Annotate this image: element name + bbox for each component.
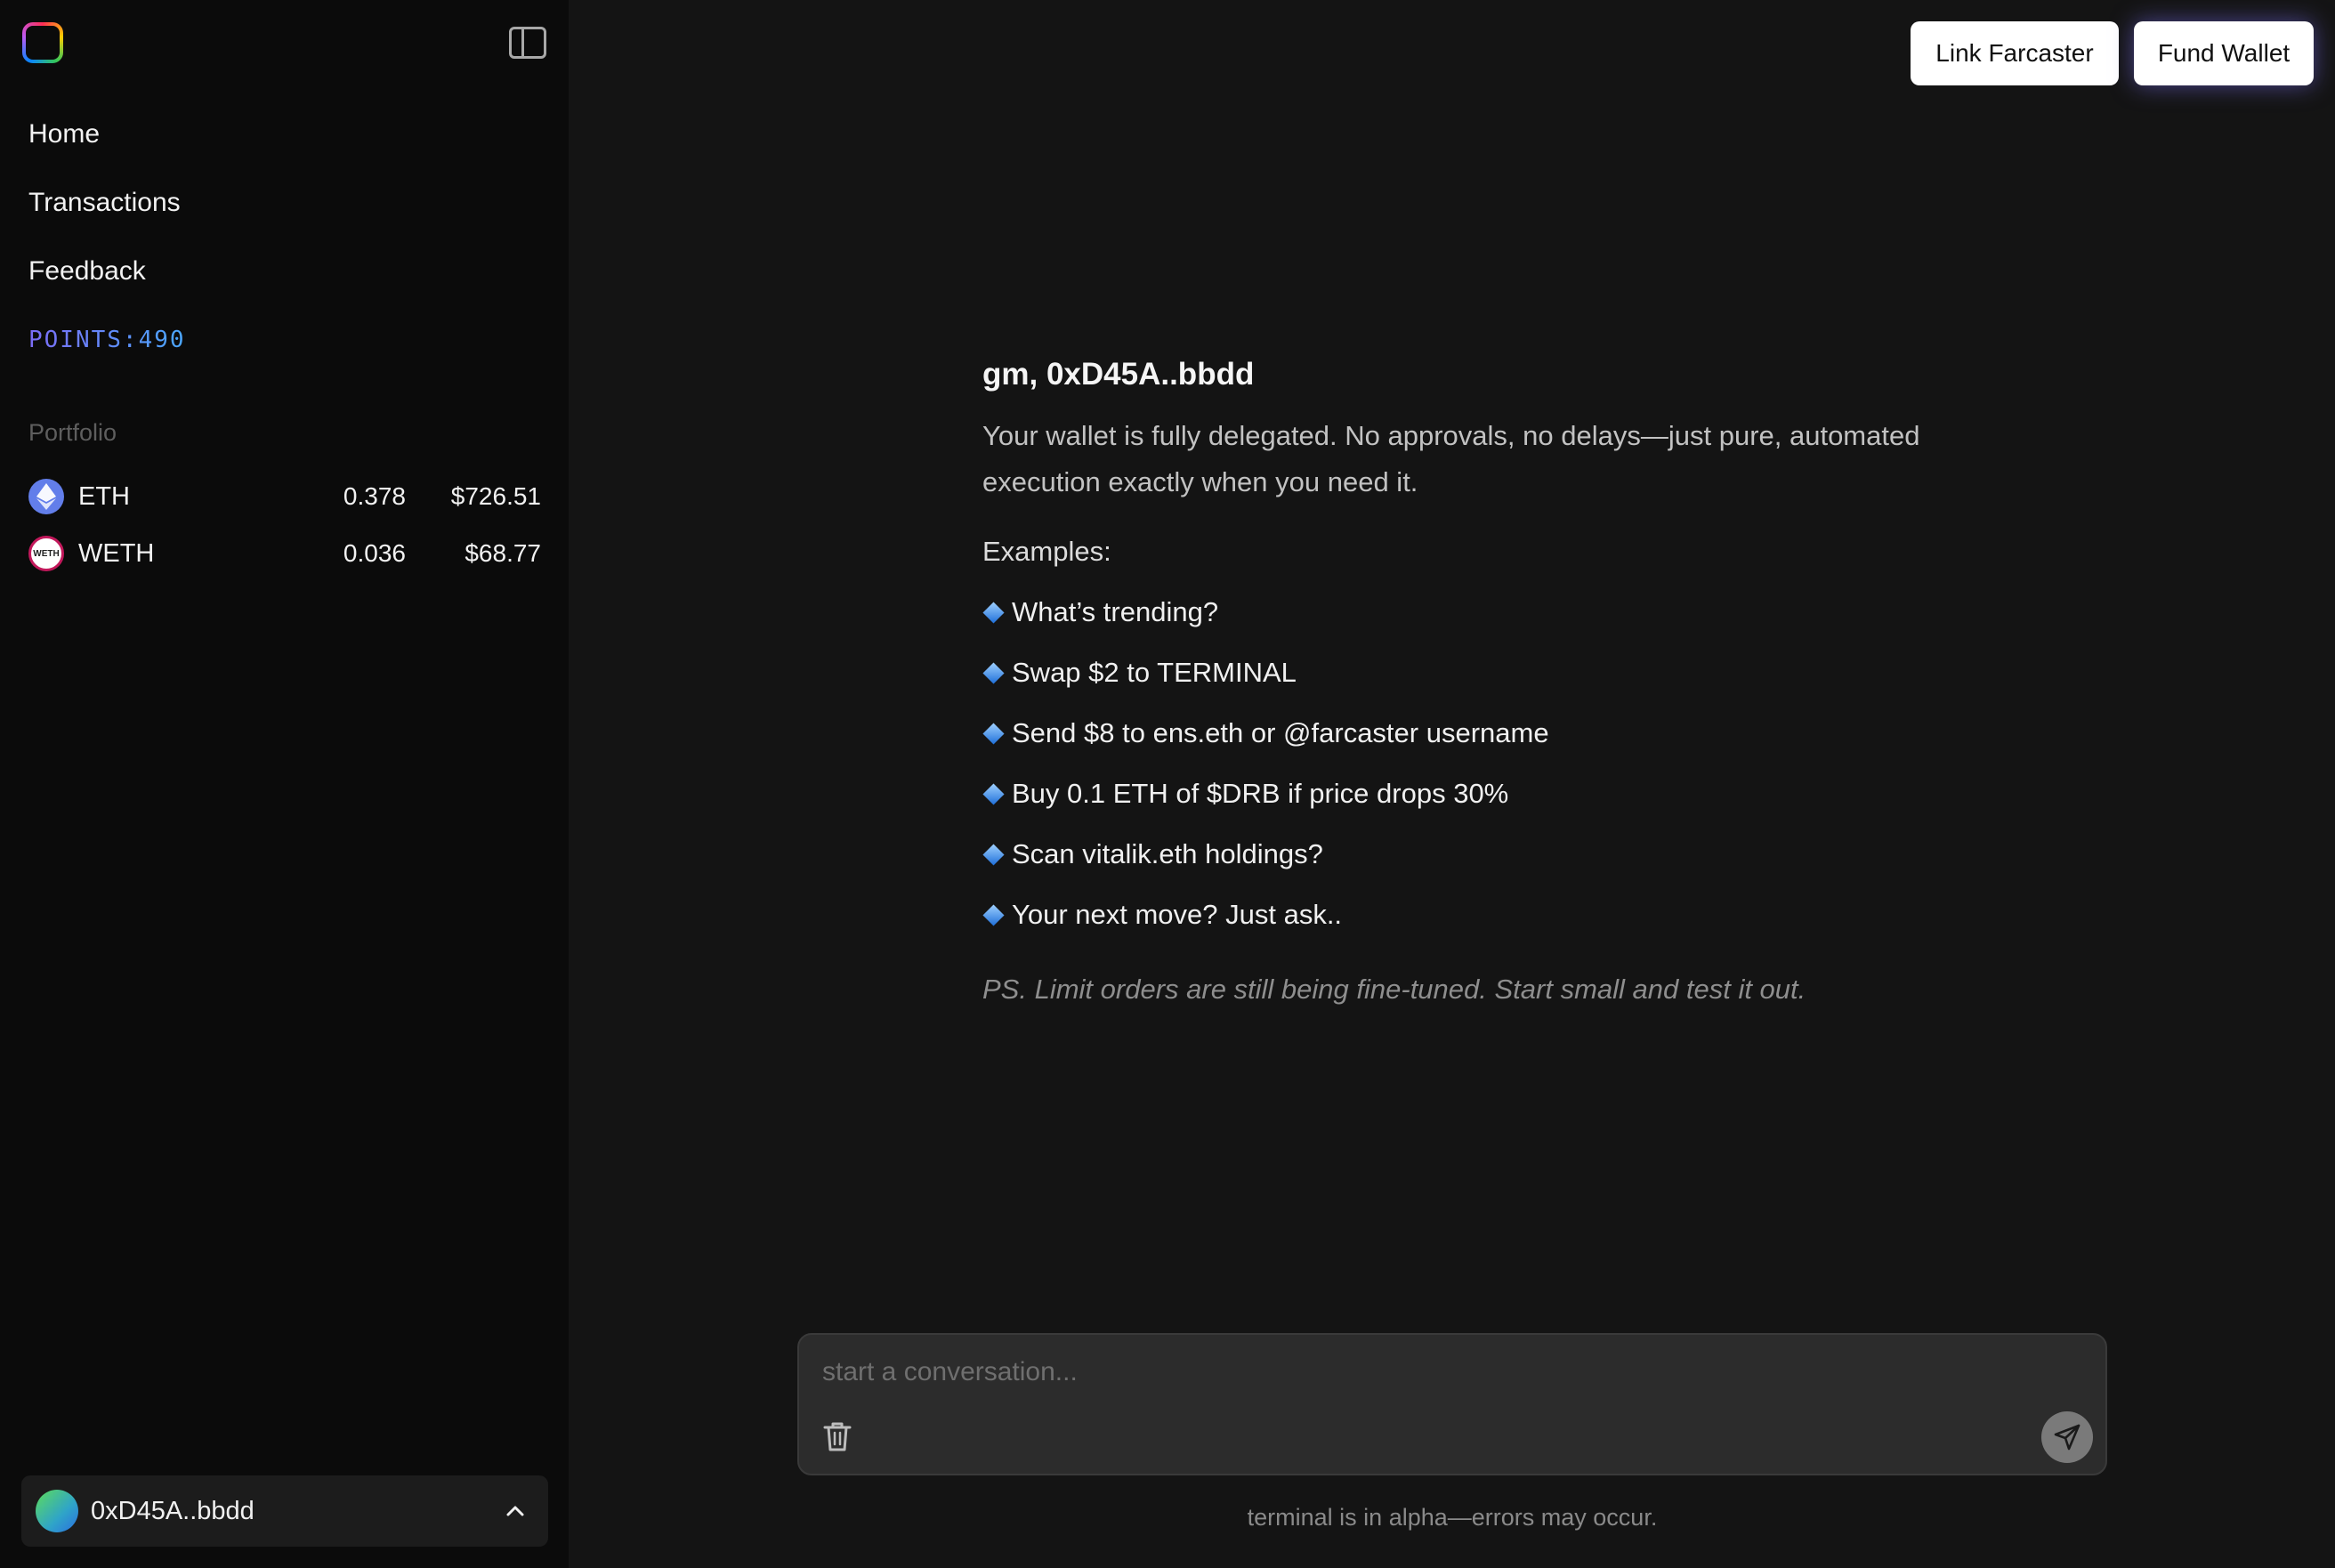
example-text: Swap $2 to TERMINAL bbox=[1012, 657, 1297, 688]
example-text: What’s trending? bbox=[1012, 596, 1219, 627]
app-logo[interactable] bbox=[22, 22, 63, 63]
example-item[interactable]: Scan vitalik.eth holdings? bbox=[982, 824, 1961, 885]
example-item[interactable]: Buy 0.1 ETH of $DRB if price drops 30% bbox=[982, 764, 1961, 824]
examples-title: Examples: bbox=[982, 536, 1111, 567]
nav-item-transactions[interactable]: Transactions bbox=[28, 185, 181, 221]
asset-amount: 0.036 bbox=[343, 539, 406, 567]
sidebar-toggle-icon[interactable] bbox=[509, 27, 546, 59]
ps-note: PS. Limit orders are still being fine-tu… bbox=[982, 974, 1806, 1005]
example-item[interactable]: Send $8 to ens.eth or @farcaster usernam… bbox=[982, 703, 1961, 764]
account-address: 0xD45A..bbdd bbox=[91, 1496, 255, 1525]
nav-item-home[interactable]: Home bbox=[28, 117, 100, 152]
chat-composer bbox=[797, 1333, 2107, 1475]
avatar bbox=[36, 1490, 78, 1532]
welcome-panel: gm, 0xD45A..bbdd Your wallet is fully de… bbox=[982, 347, 1961, 1013]
eth-icon bbox=[28, 479, 64, 514]
asset-symbol: ETH bbox=[78, 481, 130, 511]
asset-symbol: WETH bbox=[78, 538, 155, 568]
example-text: Send $8 to ens.eth or @farcaster usernam… bbox=[1012, 717, 1549, 748]
intro-text: Your wallet is fully delegated. No appro… bbox=[982, 420, 1920, 497]
trash-icon[interactable] bbox=[822, 1420, 852, 1452]
example-item[interactable]: What’s trending? bbox=[982, 582, 1961, 643]
nav-item-feedback[interactable]: Feedback bbox=[28, 254, 146, 289]
asset-amount: 0.378 bbox=[343, 482, 406, 510]
fund-wallet-button[interactable]: Fund Wallet bbox=[2134, 21, 2314, 85]
portfolio-title: Portfolio bbox=[28, 419, 117, 446]
examples-list: What’s trending? Swap $2 to TERMINAL Sen… bbox=[982, 582, 1961, 945]
greeting-title: gm, 0xD45A..bbdd bbox=[982, 357, 1255, 392]
example-text: Scan vitalik.eth holdings? bbox=[1012, 838, 1323, 869]
send-button[interactable] bbox=[2041, 1411, 2093, 1463]
sidebar: Home Transactions Feedback POINTS:490 Po… bbox=[0, 0, 569, 1568]
blue-diamond-icon bbox=[982, 903, 1005, 926]
blue-diamond-icon bbox=[982, 661, 1005, 684]
example-text: Your next move? Just ask.. bbox=[1012, 899, 1343, 930]
blue-diamond-icon bbox=[982, 843, 1005, 866]
blue-diamond-icon bbox=[982, 782, 1005, 805]
portfolio-row-eth[interactable]: ETH 0.378 $726.51 bbox=[28, 477, 541, 516]
blue-diamond-icon bbox=[982, 601, 1005, 624]
link-farcaster-button[interactable]: Link Farcaster bbox=[1911, 21, 2119, 85]
portfolio-row-weth[interactable]: WETH WETH 0.036 $68.77 bbox=[28, 534, 541, 573]
send-icon bbox=[2054, 1424, 2080, 1451]
chevron-up-icon bbox=[506, 1506, 524, 1516]
blue-diamond-icon bbox=[982, 722, 1005, 745]
example-text: Buy 0.1 ETH of $DRB if price drops 30% bbox=[1012, 778, 1509, 809]
points-counter: POINTS:490 bbox=[28, 322, 186, 358]
example-item[interactable]: Swap $2 to TERMINAL bbox=[982, 643, 1961, 703]
example-item[interactable]: Your next move? Just ask.. bbox=[982, 885, 1961, 945]
chat-input[interactable] bbox=[820, 1353, 2066, 1392]
asset-value: $68.77 bbox=[465, 539, 541, 567]
weth-icon: WETH bbox=[28, 536, 64, 571]
account-switcher[interactable]: 0xD45A..bbdd bbox=[21, 1475, 548, 1547]
asset-value: $726.51 bbox=[450, 482, 541, 510]
alpha-disclaimer: terminal is in alpha—errors may occur. bbox=[1247, 1504, 1658, 1531]
